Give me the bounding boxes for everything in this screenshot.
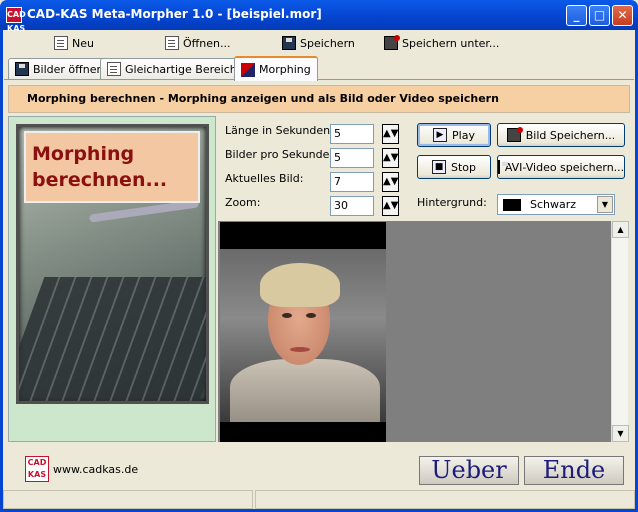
card-line-1: Morphing [32,143,135,165]
length-field[interactable]: 5 [330,124,374,144]
zoom-spinner[interactable]: ▲▼ [382,196,399,216]
areas-icon [107,62,121,76]
stop-icon: ■ [431,160,446,174]
hair-shape [260,263,340,307]
morphing-title-card: Morphing berechnen... [24,131,200,203]
new-label: Neu [72,36,94,50]
stop-button[interactable]: ■ Stop [417,155,491,179]
frame-spinner[interactable]: ▲▼ [382,172,399,192]
cadkas-logo: CAD KAS [25,456,49,482]
open-file-icon [165,36,179,50]
shoulders-shape [230,359,380,422]
save-image-button[interactable]: Bild Speichern... [497,123,625,147]
status-panel [3,490,253,509]
minimize-button[interactable]: _ [566,5,587,26]
save-as-disk-icon [384,35,400,50]
eye-shape [282,313,292,318]
tab-similar-areas[interactable]: Gleichartige Bereiche [100,58,251,79]
frame-label: Aktuelles Bild: [225,172,304,185]
save-disk-icon [282,36,296,50]
about-button[interactable]: Ueber [419,456,519,485]
eye-shape [306,313,316,318]
tab-label: Gleichartige Bereiche [125,62,244,76]
length-label: Länge in Sekunden: [225,124,334,137]
stop-label: Stop [450,160,476,174]
length-spinner[interactable]: ▲▼ [382,124,399,144]
close-button[interactable]: ✕ [612,5,633,26]
save-avi-label: AVI-Video speichern... [504,160,625,174]
zoom-field[interactable]: 30 [330,196,374,216]
zoom-label: Zoom: [225,196,261,209]
save-as-label: Speichern unter... [402,36,500,50]
app-icon[interactable]: CAD KAS [6,7,26,33]
keyboard-shape [19,277,206,401]
fps-field[interactable]: 5 [330,148,374,168]
background-select[interactable]: Schwarz ▼ [497,194,615,215]
morph-icon [241,62,255,77]
status-panel [255,490,635,509]
open-label: Öffnen... [183,36,231,50]
window-title: CAD-KAS Meta-Morpher 1.0 - [beispiel.mor… [27,7,322,21]
new-button[interactable]: Neu [54,34,94,52]
open-button[interactable]: Öffnen... [165,34,230,52]
save-image-icon [506,127,523,142]
color-swatch [503,198,521,211]
fps-spinner[interactable]: ▲▼ [382,148,399,168]
section-banner: Morphing berechnen - Morphing anzeigen u… [8,85,630,113]
tab-label: Morphing [259,63,311,76]
play-label: Play [452,128,475,142]
maximize-button[interactable]: □ [589,5,610,26]
save-as-button[interactable]: Speichern unter... [384,34,499,52]
save-avi-button[interactable]: AVI-Video speichern... [497,155,625,179]
save-button[interactable]: Speichern [282,34,355,52]
exit-button[interactable]: Ende [524,456,624,485]
tab-morphing[interactable]: Morphing [234,56,318,81]
save-label: Speichern [300,36,355,50]
card-line-2: berechnen... [32,169,168,191]
vertical-scrollbar[interactable]: ▲ ▼ [611,221,629,442]
new-file-icon [54,36,68,50]
mouth-shape [290,347,310,352]
scroll-down-icon[interactable]: ▼ [612,425,629,442]
website-link[interactable]: www.cadkas.de [53,463,138,476]
status-bar [3,490,635,509]
play-icon: ▶ [433,128,448,142]
video-camera-icon [497,160,508,174]
images-icon [15,62,29,76]
frame-field[interactable]: 7 [330,172,374,192]
chevron-down-icon[interactable]: ▼ [597,196,613,213]
background-label: Hintergrund: [417,196,487,209]
tab-open-images[interactable]: Bilder öffnen [8,58,111,79]
scroll-up-icon[interactable]: ▲ [612,221,629,238]
fps-label: Bilder pro Sekunde: [225,148,334,161]
background-value: Schwarz [530,198,577,211]
morph-result-image [220,249,386,422]
save-image-label: Bild Speichern... [525,128,616,142]
tab-label: Bilder öffnen [33,62,104,76]
play-button[interactable]: ▶ Play [417,123,491,147]
